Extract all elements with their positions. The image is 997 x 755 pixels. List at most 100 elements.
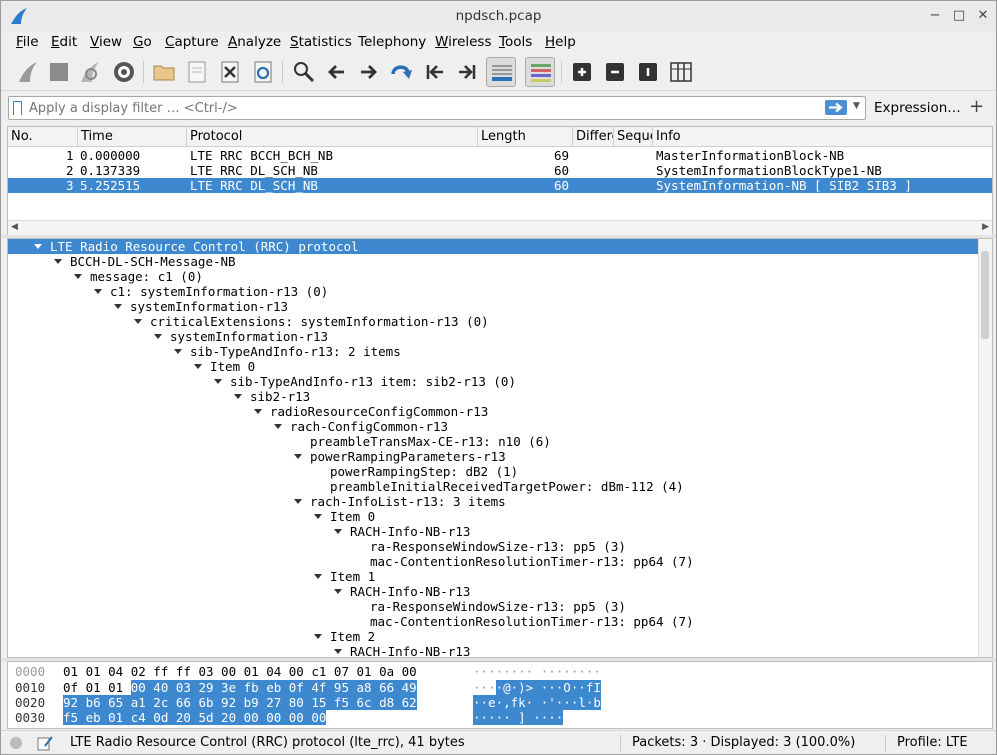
hex-row[interactable]: 0010 0f 01 01 00 40 03 29 3e fb eb 0f 4f… xyxy=(8,680,988,695)
start-capture-icon[interactable] xyxy=(13,57,43,87)
menu-telephony[interactable]: Telephony xyxy=(358,33,426,51)
tree-node[interactable]: mac-ContentionResolutionTimer-r13: pp64 … xyxy=(8,554,978,569)
chevron-down-icon[interactable] xyxy=(274,424,282,429)
zoom-out-icon[interactable] xyxy=(600,57,630,87)
first-packet-icon[interactable] xyxy=(420,57,450,87)
stop-capture-icon[interactable] xyxy=(44,57,74,87)
tree-node[interactable]: Item 0 xyxy=(8,509,978,524)
tree-node[interactable]: sib-TypeAndInfo-r13: 2 items xyxy=(8,344,978,359)
menu-analyze[interactable]: Analyze xyxy=(228,33,281,51)
bookmark-icon[interactable] xyxy=(13,101,22,115)
tree-node[interactable]: Item 1 xyxy=(8,569,978,584)
chevron-down-icon[interactable] xyxy=(34,244,42,249)
add-filter-button[interactable]: + xyxy=(969,96,984,117)
chevron-down-icon[interactable] xyxy=(234,394,242,399)
tree-node[interactable]: ra-ResponseWindowSize-r13: pp5 (3) xyxy=(8,539,978,554)
tree-node[interactable]: systemInformation-r13 xyxy=(8,329,978,344)
menu-statistics[interactable]: Statistics xyxy=(290,33,352,51)
capture-options-icon[interactable] xyxy=(109,57,139,87)
packet-row-selected[interactable]: 3 5.252515 LTE RRC DL_SCH_NB 60 SystemIn… xyxy=(8,178,992,193)
go-to-packet-icon[interactable] xyxy=(386,57,416,87)
chevron-down-icon[interactable] xyxy=(314,634,322,639)
column-difference[interactable]: Differe xyxy=(573,127,614,147)
packet-row[interactable]: 1 0.000000 LTE RRC BCCH_BCH_NB 69 Master… xyxy=(8,148,992,163)
tree-node[interactable]: Item 0 xyxy=(8,359,978,374)
apply-filter-arrow-icon[interactable] xyxy=(825,100,847,115)
close-file-icon[interactable] xyxy=(215,57,245,87)
scrollbar-thumb[interactable] xyxy=(981,251,989,339)
tree-node[interactable]: ra-ResponseWindowSize-r13: pp5 (3) xyxy=(8,599,978,614)
chevron-down-icon[interactable] xyxy=(174,349,182,354)
maximize-icon[interactable]: □ xyxy=(951,8,967,24)
chevron-down-icon[interactable] xyxy=(114,304,122,309)
tree-node[interactable]: sib2-r13 xyxy=(8,389,978,404)
restart-capture-icon[interactable] xyxy=(75,57,105,87)
column-time[interactable]: Time xyxy=(78,127,187,147)
column-no[interactable]: No. xyxy=(8,127,78,147)
packet-row[interactable]: 2 0.137339 LTE RRC DL_SCH_NB 60 SystemIn… xyxy=(8,163,992,178)
menu-capture[interactable]: Capture xyxy=(165,33,219,51)
menu-edit[interactable]: Edit xyxy=(51,33,77,51)
packet-list-hscrollbar[interactable]: ◀ ▶ xyxy=(8,220,992,235)
packet-details-vscrollbar[interactable] xyxy=(978,239,992,657)
tree-node[interactable]: c1: systemInformation-r13 (0) xyxy=(8,284,978,299)
colorize-icon[interactable] xyxy=(525,57,555,87)
last-packet-icon[interactable] xyxy=(452,57,482,87)
go-back-icon[interactable] xyxy=(322,57,352,87)
tree-node[interactable]: radioResourceConfigCommon-r13 xyxy=(8,404,978,419)
edit-comment-icon[interactable] xyxy=(37,735,53,751)
chevron-down-icon[interactable] xyxy=(194,364,202,369)
tree-node[interactable]: sib-TypeAndInfo-r13 item: sib2-r13 (0) xyxy=(8,374,978,389)
close-icon[interactable]: ✕ xyxy=(975,8,991,24)
tree-node[interactable]: message: c1 (0) xyxy=(8,269,978,284)
minimize-icon[interactable]: − xyxy=(927,8,943,24)
chevron-down-icon[interactable] xyxy=(154,334,162,339)
find-packet-icon[interactable] xyxy=(289,57,319,87)
menu-tools[interactable]: Tools xyxy=(499,33,532,51)
resize-columns-icon[interactable] xyxy=(666,57,696,87)
chevron-down-icon[interactable] xyxy=(94,289,102,294)
save-file-icon[interactable] xyxy=(182,57,212,87)
chevron-down-icon[interactable] xyxy=(74,274,82,279)
chevron-down-icon[interactable] xyxy=(334,589,342,594)
chevron-down-icon[interactable] xyxy=(314,574,322,579)
status-profile-text[interactable]: Profile: LTE xyxy=(897,735,968,750)
chevron-down-icon[interactable] xyxy=(314,514,322,519)
tree-node[interactable]: RACH-Info-NB-r13 xyxy=(8,524,978,539)
zoom-in-icon[interactable] xyxy=(567,57,597,87)
expression-button[interactable]: Expression… xyxy=(874,100,961,116)
tree-node[interactable]: RACH-Info-NB-r13 xyxy=(8,584,978,599)
display-filter-input[interactable] xyxy=(29,98,809,118)
open-file-icon[interactable] xyxy=(149,57,179,87)
auto-scroll-icon[interactable] xyxy=(486,57,516,87)
chevron-down-icon[interactable]: ▼ xyxy=(853,101,860,111)
tree-node[interactable]: preambleInitialReceivedTargetPower: dBm-… xyxy=(8,479,978,494)
chevron-down-icon[interactable] xyxy=(214,379,222,384)
tree-node[interactable]: rach-ConfigCommon-r13 xyxy=(8,419,978,434)
scroll-left-icon[interactable]: ◀ xyxy=(11,222,18,232)
normal-size-icon[interactable] xyxy=(633,57,663,87)
column-info[interactable]: Info xyxy=(653,127,992,147)
menu-wireless[interactable]: Wireless xyxy=(435,33,492,51)
tree-node[interactable]: criticalExtensions: systemInformation-r1… xyxy=(8,314,978,329)
menu-help[interactable]: Help xyxy=(545,33,576,51)
tree-node[interactable]: Item 2 xyxy=(8,629,978,644)
chevron-down-icon[interactable] xyxy=(334,529,342,534)
menu-file[interactable]: File xyxy=(16,33,39,51)
scroll-right-icon[interactable]: ▶ xyxy=(982,222,989,232)
tree-node[interactable]: systemInformation-r13 xyxy=(8,299,978,314)
tree-node[interactable]: powerRampingStep: dB2 (1) xyxy=(8,464,978,479)
chevron-down-icon[interactable] xyxy=(294,454,302,459)
menu-view[interactable]: View xyxy=(90,33,122,51)
chevron-down-icon[interactable] xyxy=(134,319,142,324)
tree-node[interactable]: powerRampingParameters-r13 xyxy=(8,449,978,464)
hex-row[interactable]: 0020 92 b6 65 a1 2c 66 6b 92 b9 27 80 15… xyxy=(8,695,988,710)
hex-row[interactable]: 0030 f5 eb 01 c4 0d 20 5d 20 00 00 00 00… xyxy=(8,710,988,725)
go-forward-icon[interactable] xyxy=(353,57,383,87)
tree-node[interactable]: RACH-Info-NB-r13 xyxy=(8,644,978,657)
chevron-down-icon[interactable] xyxy=(54,259,62,264)
tree-node-selected[interactable]: LTE Radio Resource Control (RRC) protoco… xyxy=(8,239,978,254)
tree-node[interactable]: mac-ContentionResolutionTimer-r13: pp64 … xyxy=(8,614,978,629)
reload-file-icon[interactable] xyxy=(248,57,278,87)
tree-node[interactable]: rach-InfoList-r13: 3 items xyxy=(8,494,978,509)
